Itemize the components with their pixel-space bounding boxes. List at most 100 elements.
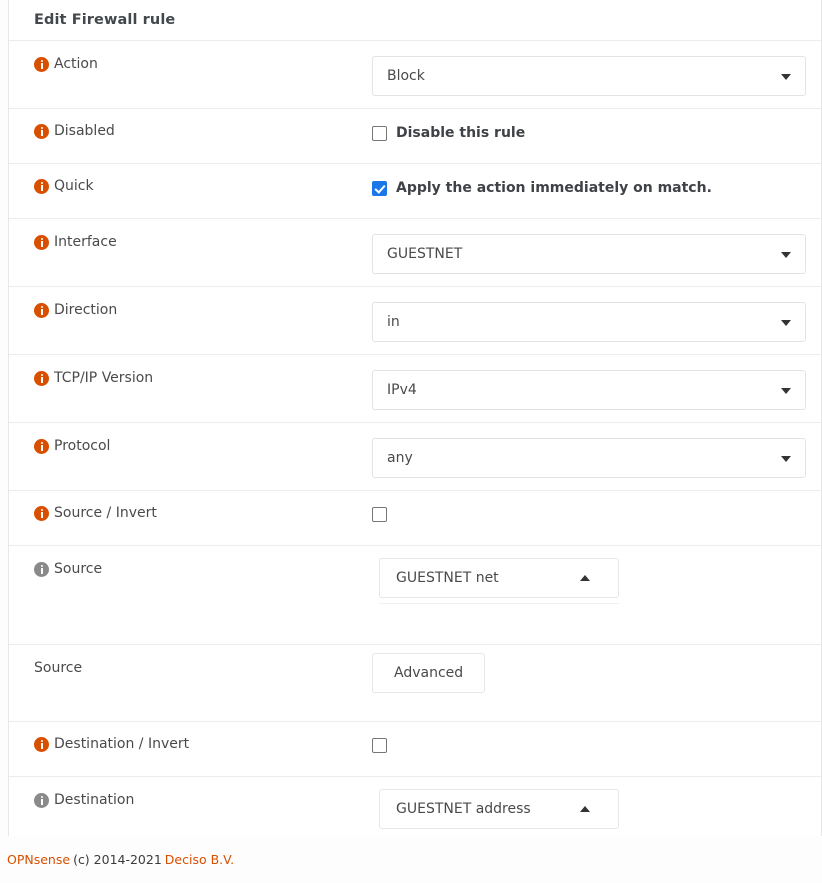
label-cell-direction: Direction bbox=[9, 287, 372, 319]
source-invert-checkbox-row[interactable] bbox=[372, 507, 821, 522]
field-label: TCP/IP Version bbox=[54, 370, 154, 386]
opnsense-link[interactable]: OPNsense bbox=[7, 852, 70, 867]
edit-firewall-rule-panel: Edit Firewall rule Action Block Disabled… bbox=[8, 0, 822, 836]
source-advanced-button[interactable]: Advanced bbox=[372, 653, 486, 693]
form-row-protocol: Protocol any bbox=[9, 422, 821, 490]
action-select[interactable]: Block bbox=[372, 56, 806, 96]
info-icon[interactable] bbox=[34, 179, 49, 194]
firewall-rule-edit-page: Edit Firewall rule Action Block Disabled… bbox=[0, 0, 822, 883]
field-label: Source / Invert bbox=[54, 505, 157, 521]
field-cell-protocol: any bbox=[372, 423, 821, 478]
form-row-disabled: Disabled Disable this rule bbox=[9, 108, 821, 163]
field-label: Protocol bbox=[54, 438, 111, 454]
quick-label: Apply the action immediately on match. bbox=[396, 180, 712, 196]
field-cell-source-advanced: Advanced bbox=[372, 645, 821, 693]
panel-header: Edit Firewall rule bbox=[9, 0, 821, 40]
field-cell-tcpip-version: IPv4 bbox=[372, 355, 821, 410]
form-row-destination: Destination GUESTNET address bbox=[9, 776, 821, 836]
info-icon[interactable] bbox=[34, 439, 49, 454]
chevron-up-icon bbox=[580, 575, 590, 581]
field-cell-direction: in bbox=[372, 287, 821, 342]
form-row-quick: Quick Apply the action immediately on ma… bbox=[9, 163, 821, 218]
info-icon[interactable] bbox=[34, 562, 49, 577]
info-icon[interactable] bbox=[34, 371, 49, 386]
field-label: Action bbox=[54, 56, 98, 72]
chevron-down-icon bbox=[781, 320, 791, 326]
destination-invert-checkbox[interactable] bbox=[372, 738, 387, 753]
chevron-down-icon bbox=[781, 456, 791, 462]
field-cell-interface: GUESTNET bbox=[372, 219, 821, 274]
destination-invert-checkbox-row[interactable] bbox=[372, 738, 821, 753]
tcpip-version-select[interactable]: IPv4 bbox=[372, 370, 806, 410]
source-select[interactable]: GUESTNET net bbox=[379, 558, 619, 598]
info-icon[interactable] bbox=[34, 506, 49, 521]
field-label: Source bbox=[34, 660, 83, 676]
action-select-value: Block bbox=[387, 68, 425, 84]
form-row-tcpip-version: TCP/IP Version IPv4 bbox=[9, 354, 821, 422]
destination-select-value: GUESTNET address bbox=[396, 801, 531, 817]
disable-rule-checkbox-row[interactable]: Disable this rule bbox=[372, 125, 821, 141]
label-cell-interface: Interface bbox=[9, 219, 372, 251]
disable-rule-checkbox[interactable] bbox=[372, 125, 387, 141]
label-cell-source: Source bbox=[9, 546, 372, 578]
tcpip-version-select-value: IPv4 bbox=[387, 382, 417, 398]
label-cell-quick: Quick bbox=[9, 164, 372, 195]
field-label: Interface bbox=[54, 234, 117, 250]
field-label: Direction bbox=[54, 302, 118, 318]
info-icon[interactable] bbox=[34, 793, 49, 808]
field-cell-destination: GUESTNET address bbox=[372, 777, 821, 829]
field-cell-action: Block bbox=[372, 41, 821, 96]
field-cell-source-invert bbox=[372, 491, 821, 522]
label-cell-destination-invert: Destination / Invert bbox=[9, 722, 372, 753]
info-icon[interactable] bbox=[34, 124, 49, 139]
source-select-dropdown-edge bbox=[379, 603, 619, 604]
form-row-action: Action Block bbox=[9, 40, 821, 108]
direction-select[interactable]: in bbox=[372, 302, 806, 342]
field-cell-quick: Apply the action immediately on match. bbox=[372, 164, 821, 196]
field-label: Disabled bbox=[54, 123, 115, 139]
info-icon[interactable] bbox=[34, 57, 49, 72]
label-cell-source-advanced: Source bbox=[9, 645, 372, 677]
disable-rule-label: Disable this rule bbox=[396, 125, 526, 141]
label-cell-disabled: Disabled bbox=[9, 109, 372, 140]
interface-select[interactable]: GUESTNET bbox=[372, 234, 806, 274]
destination-select[interactable]: GUESTNET address bbox=[379, 789, 619, 829]
field-label: Source bbox=[54, 561, 103, 577]
page-title: Edit Firewall rule bbox=[34, 12, 176, 28]
label-cell-protocol: Protocol bbox=[9, 423, 372, 455]
source-select-value: GUESTNET net bbox=[396, 570, 499, 586]
info-icon[interactable] bbox=[34, 303, 49, 318]
deciso-link[interactable]: Deciso B.V. bbox=[165, 852, 234, 867]
quick-checkbox[interactable] bbox=[372, 180, 387, 196]
form-row-interface: Interface GUESTNET bbox=[9, 218, 821, 286]
source-invert-checkbox[interactable] bbox=[372, 507, 387, 522]
chevron-up-icon bbox=[580, 806, 590, 812]
field-label: Destination / Invert bbox=[54, 736, 190, 752]
chevron-down-icon bbox=[781, 74, 791, 80]
info-icon[interactable] bbox=[34, 235, 49, 250]
footer-copyright: (c) 2014-2021 bbox=[73, 852, 162, 867]
form-row-source: Source GUESTNET net bbox=[9, 545, 821, 644]
field-cell-disabled: Disable this rule bbox=[372, 109, 821, 141]
chevron-down-icon bbox=[781, 252, 791, 258]
label-cell-source-invert: Source / Invert bbox=[9, 491, 372, 522]
label-cell-destination: Destination bbox=[9, 777, 372, 809]
direction-select-value: in bbox=[387, 314, 400, 330]
protocol-select[interactable]: any bbox=[372, 438, 806, 478]
label-cell-tcpip-version: TCP/IP Version bbox=[9, 355, 372, 387]
form-row-direction: Direction in bbox=[9, 286, 821, 354]
quick-checkbox-row[interactable]: Apply the action immediately on match. bbox=[372, 180, 821, 196]
field-label: Destination bbox=[54, 792, 135, 808]
form-row-source-advanced: Source Advanced bbox=[9, 644, 821, 721]
info-icon[interactable] bbox=[34, 737, 49, 752]
chevron-down-icon bbox=[781, 388, 791, 394]
field-cell-destination-invert bbox=[372, 722, 821, 753]
field-label: Quick bbox=[54, 178, 94, 194]
field-cell-source: GUESTNET net bbox=[372, 546, 821, 604]
label-cell-action: Action bbox=[9, 41, 372, 73]
page-footer: OPNsense (c) 2014-2021 Deciso B.V. bbox=[0, 836, 822, 883]
interface-select-value: GUESTNET bbox=[387, 246, 463, 262]
form-row-source-invert: Source / Invert bbox=[9, 490, 821, 545]
form-row-destination-invert: Destination / Invert bbox=[9, 721, 821, 776]
protocol-select-value: any bbox=[387, 450, 413, 466]
